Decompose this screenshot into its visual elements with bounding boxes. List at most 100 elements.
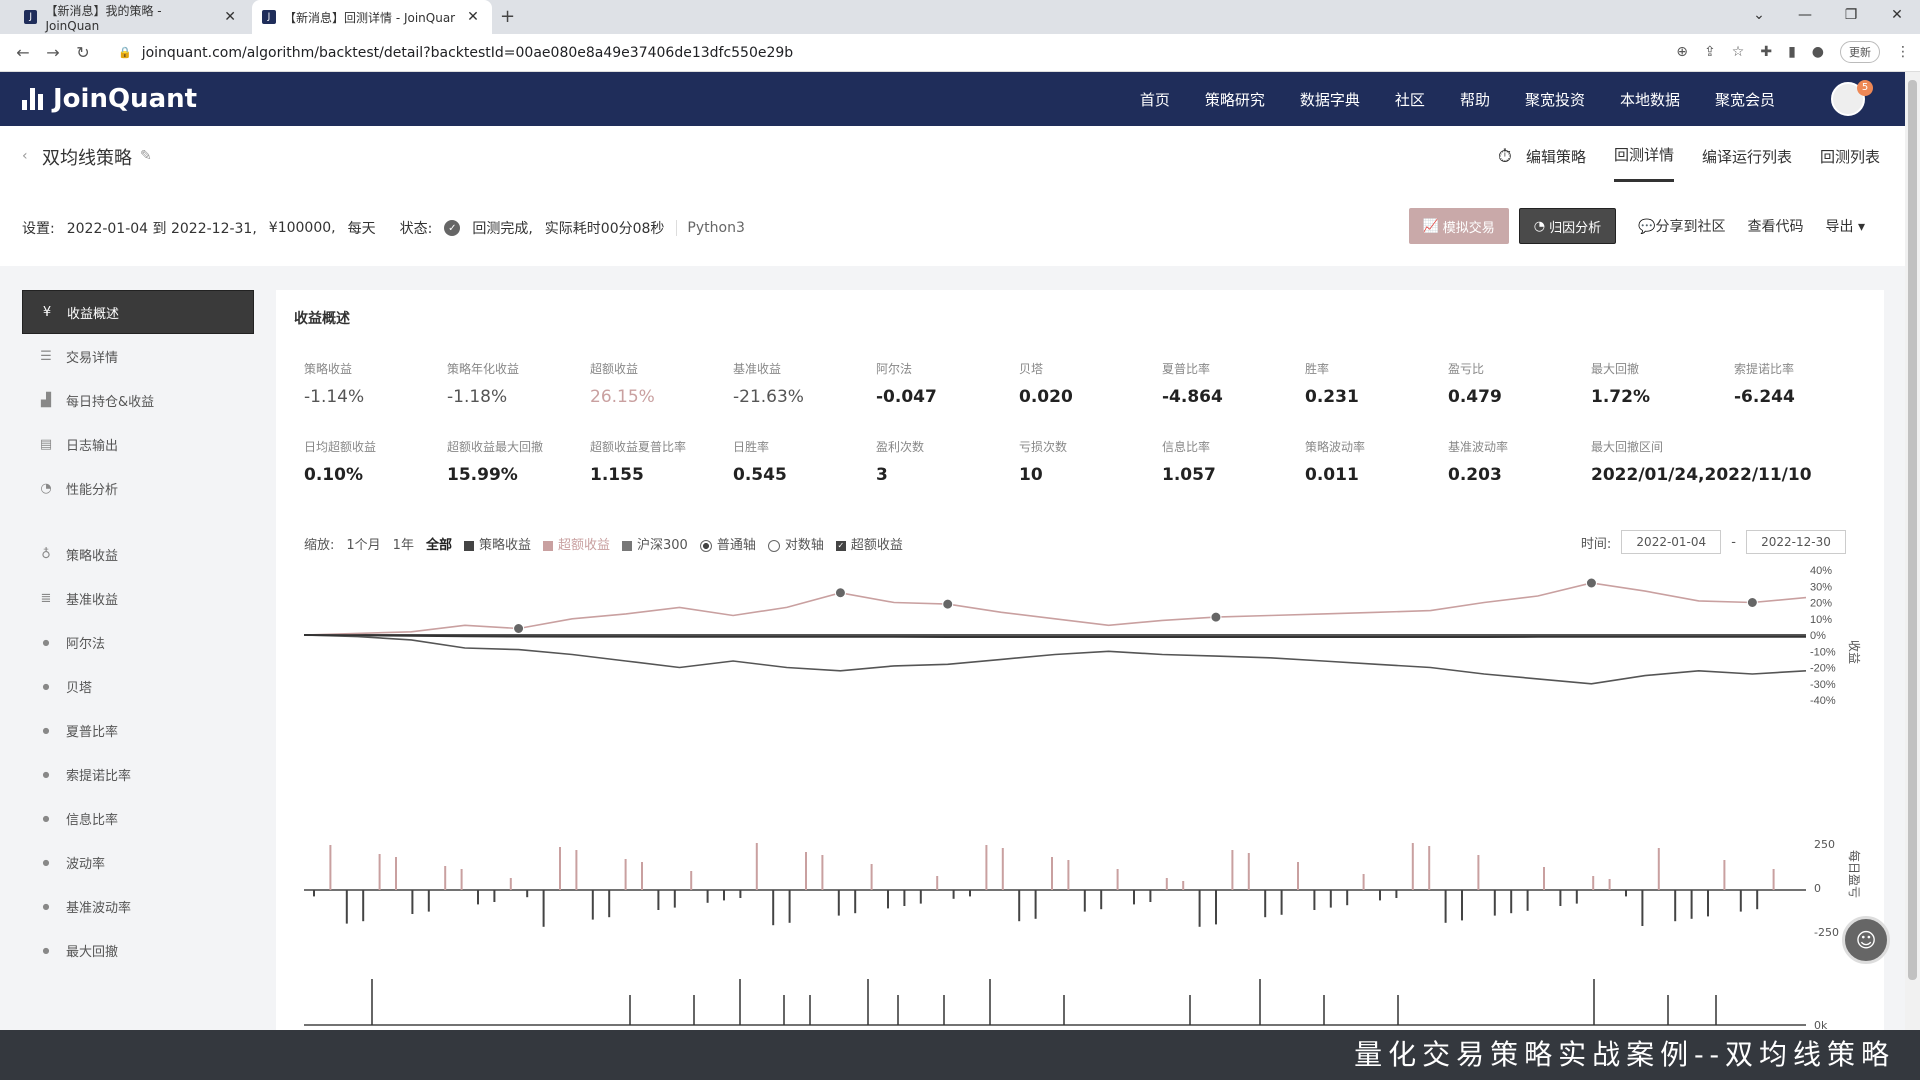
settings-label: 设置: [22, 221, 55, 237]
forward-icon[interactable]: → [38, 43, 68, 62]
sidebar-item-label: 策略收益 [66, 548, 119, 564]
browser-tab[interactable]: J 【新消息】我的策略 - JoinQuan ✕ [14, 0, 246, 34]
view-code-button[interactable]: 查看代码 [1748, 216, 1804, 236]
favicon-icon: J [24, 10, 38, 24]
new-tab-icon[interactable]: + [500, 6, 515, 27]
sidepanel-icon[interactable]: ▮ [1788, 44, 1796, 60]
sidebar-item[interactable]: ● 波动率 [22, 840, 254, 884]
tab-title: 【新消息】回测详情 - JoinQuar [284, 10, 456, 25]
nav-item-data-dict[interactable]: 数据字典 [1300, 89, 1360, 110]
y-tick-label: 0% [1810, 630, 1826, 642]
sidebar-item[interactable]: ● 贝塔 [22, 664, 254, 708]
nav-item-invest[interactable]: 聚宽投资 [1525, 89, 1585, 110]
sidebar-item[interactable]: ● 索提诺比率 [22, 752, 254, 796]
close-tab-icon[interactable]: ✕ [467, 9, 479, 25]
radio-label: 普通轴 [716, 538, 756, 553]
star-icon[interactable]: ☆ [1732, 44, 1745, 60]
sim-trade-button[interactable]: 📈 模拟交易 [1408, 208, 1509, 244]
tab-search-icon[interactable]: ⌄ [1736, 0, 1782, 34]
page-scrollbar[interactable] [1905, 72, 1920, 1030]
minimize-icon[interactable]: — [1782, 0, 1828, 34]
share-community-button[interactable]: 💬分享到社区 [1638, 216, 1725, 236]
nav-item-community[interactable]: 社区 [1395, 89, 1425, 110]
sidebar-item-label: 阿尔法 [66, 636, 106, 652]
legend-hs300[interactable]: 沪深300 [622, 534, 688, 553]
legend-excess[interactable]: 超额收益 [542, 534, 610, 553]
reload-icon[interactable]: ↻ [68, 43, 98, 62]
scroll-thumb[interactable] [1908, 80, 1917, 980]
zoom-1y-button[interactable]: 1年 [393, 534, 414, 553]
close-window-icon[interactable]: ✕ [1874, 0, 1920, 34]
sidebar-item[interactable]: ☰ 交易详情 [22, 334, 254, 378]
sidebar-item[interactable]: ● 基准波动率 [22, 884, 254, 928]
sidebar-item[interactable]: ¥ 收益概述 [22, 290, 254, 334]
metric-value: 15.99% [447, 465, 518, 485]
tab-compile-list[interactable]: 编译运行列表 [1702, 146, 1792, 181]
nav-item-research[interactable]: 策略研究 [1205, 89, 1265, 110]
close-tab-icon[interactable]: ✕ [224, 9, 236, 25]
extensions-icon[interactable]: ✚ [1760, 44, 1772, 60]
excess-checkbox[interactable]: ✓ 超额收益 [835, 534, 903, 553]
nav-item-home[interactable]: 首页 [1140, 89, 1170, 110]
metric-value: -6.244 [1734, 387, 1795, 407]
tab-backtest-detail[interactable]: 回测详情 [1613, 144, 1674, 182]
browser-tab-active[interactable]: J 【新消息】回测详情 - JoinQuar ✕ [252, 0, 492, 34]
zoom-all-button[interactable]: 全部 [426, 534, 452, 553]
sidebar-item[interactable]: ● 夏普比率 [22, 708, 254, 752]
axis-normal-radio[interactable]: 普通轴 [699, 534, 756, 553]
backtest-settings: 设置: 2022-01-04 到 2022-12-31, ¥100000, 每天… [22, 218, 745, 238]
start-date-input[interactable]: 2022-01-04 [1621, 530, 1722, 554]
frequency: 每天 [347, 221, 376, 237]
back-arrow-icon[interactable]: ‹ [22, 148, 28, 164]
returns-chart[interactable]: 40% 30% 20% 10% 0% -10% -20% -30% -40% 收益 250 0 -250… [276, 560, 1876, 1030]
legend-strategy[interactable]: 策略收益 [463, 534, 531, 553]
logo[interactable]: JoinQuant [22, 84, 197, 114]
money-icon: ¥ [42, 304, 52, 320]
metric: 贝塔 0.020 [1019, 360, 1162, 407]
sidebar-item[interactable]: ≣ 基准收益 [22, 576, 254, 620]
series-line-1 [303, 634, 1807, 685]
sidebar-item[interactable]: ◔ 性能分析 [22, 466, 254, 510]
share-icon[interactable]: ⇪ [1704, 44, 1716, 60]
y-tick-label: -10% [1810, 646, 1836, 658]
export-dropdown[interactable]: 导出 ▾ [1826, 216, 1865, 236]
nav-item-member[interactable]: 聚宽会员 [1715, 89, 1775, 110]
metric-label: 基准波动率 [1448, 440, 1509, 454]
metric-label: 策略年化收益 [447, 362, 520, 376]
nav-item-local-data[interactable]: 本地数据 [1620, 89, 1680, 110]
sidebar-item[interactable]: ● 信息比率 [22, 796, 254, 840]
daily-tick: 0 [1814, 882, 1821, 895]
legend-label: 超额收益 [557, 538, 610, 553]
update-button[interactable]: 更新 [1840, 41, 1880, 63]
sidebar-item[interactable]: ▟ 每日持仓&收益 [22, 378, 254, 422]
metric-label: 日胜率 [733, 440, 770, 454]
maximize-icon[interactable]: ❐ [1828, 0, 1874, 34]
profile-icon[interactable]: ● [1812, 44, 1824, 60]
axis-log-radio[interactable]: 对数轴 [767, 534, 824, 553]
sidebar-item[interactable]: ▤ 日志输出 [22, 422, 254, 466]
metric: 策略波动率 0.011 [1305, 438, 1448, 485]
url-field[interactable]: 🔒 joinquant.com/algorithm/backtest/detail… [118, 45, 793, 61]
metric-value: -1.18% [447, 387, 508, 407]
sidebar-item[interactable]: ● 最大回撤 [22, 928, 254, 972]
metric-label: 超额收益 [590, 362, 639, 376]
chat-assistant-icon[interactable]: ☺ [1842, 916, 1890, 964]
legend-swatch [622, 540, 632, 551]
tab-edit-strategy[interactable]: 编辑策略 [1526, 146, 1586, 181]
zoom-icon[interactable]: ⊕ [1676, 44, 1688, 60]
sidebar-item[interactable]: ● 阿尔法 [22, 620, 254, 664]
sidebar-item[interactable]: ♁ 策略收益 [22, 532, 254, 576]
back-icon[interactable]: ← [8, 43, 38, 62]
nav-item-help[interactable]: 帮助 [1460, 89, 1490, 110]
language-badge: Python3 [676, 220, 745, 236]
metric-label: 贝塔 [1019, 362, 1044, 376]
menu-icon[interactable]: ⋮ [1896, 44, 1910, 60]
end-date-input[interactable]: 2022-12-30 [1746, 530, 1846, 554]
attribution-button[interactable]: ◔ 归因分析 [1518, 208, 1617, 244]
zoom-1m-button[interactable]: 1个月 [346, 534, 380, 553]
metric-label: 基准收益 [733, 362, 782, 376]
tab-backtest-list[interactable]: 回测列表 [1820, 146, 1880, 181]
edit-name-icon[interactable]: ✎ [140, 148, 152, 164]
metric-value: 0.545 [733, 465, 787, 485]
export-label: 导出 [1825, 219, 1854, 235]
